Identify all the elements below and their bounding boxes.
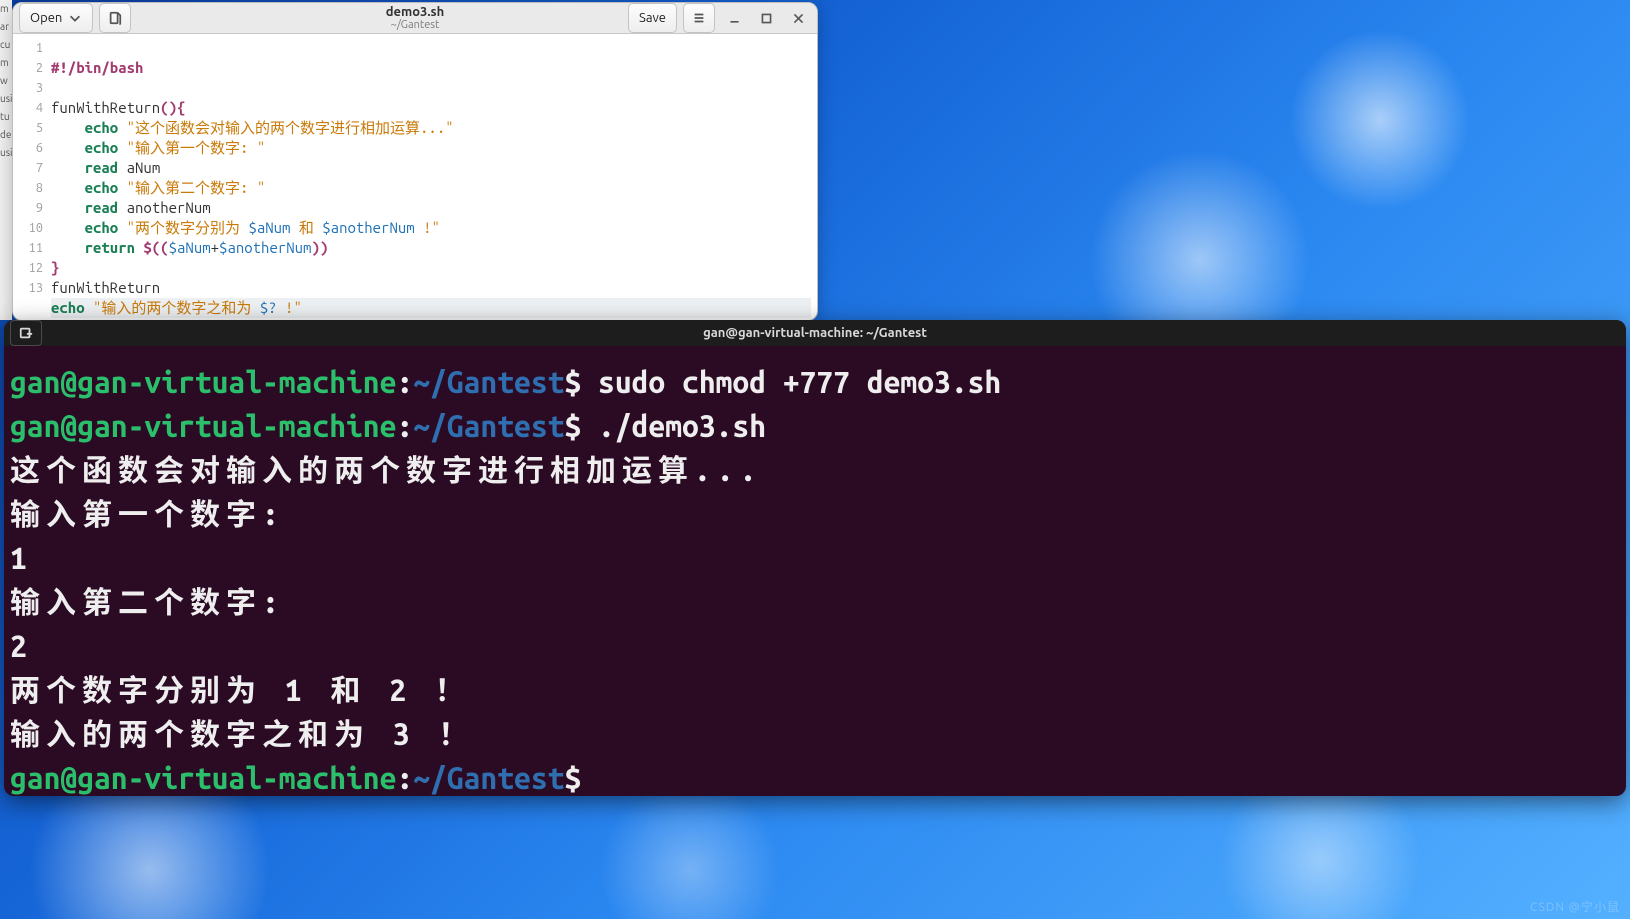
line-number: 8 <box>13 178 43 198</box>
new-document-icon <box>108 11 122 25</box>
code-shebang: #!/bin/bash <box>51 59 143 76</box>
open-button[interactable]: Open <box>19 3 93 33</box>
terminal-line: gan@gan-virtual-machine:~/Gantest$ ./dem… <box>10 404 1620 448</box>
terminal-new-tab-button[interactable] <box>10 320 42 346</box>
terminal-titlebar: gan@gan-virtual-machine: ~/Gantest <box>4 320 1626 346</box>
terminal-output: 两个数字分别为 1 和 2 ！ <box>10 668 1620 712</box>
line-number: 11 <box>13 238 43 258</box>
hamburger-icon <box>692 11 706 25</box>
gedit-source-view[interactable]: #!/bin/bash funWithReturn(){ echo "这个函数会… <box>49 34 817 321</box>
line-number: 4 <box>13 98 43 118</box>
maximize-icon <box>760 12 773 25</box>
line-number: 6 <box>13 138 43 158</box>
terminal-output: 这个函数会对输入的两个数字进行相加运算... <box>10 448 1620 492</box>
minimize-icon <box>728 12 741 25</box>
terminal-output: 输入的两个数字之和为 3 ！ <box>10 712 1620 756</box>
hamburger-menu-button[interactable] <box>683 3 715 33</box>
save-button-label: Save <box>639 11 666 25</box>
gedit-title-group: demo3.sh ~/Gantest <box>386 5 445 31</box>
terminal-output: 2 <box>10 624 1620 668</box>
gedit-document-title: demo3.sh <box>386 5 445 19</box>
line-number: 3 <box>13 78 43 98</box>
line-number: 7 <box>13 158 43 178</box>
new-tab-icon <box>19 326 33 340</box>
save-button[interactable]: Save <box>628 3 677 33</box>
line-number: 13 <box>13 278 43 298</box>
chevron-down-icon <box>68 11 82 25</box>
terminal-title: gan@gan-virtual-machine: ~/Gantest <box>703 326 927 340</box>
gedit-body: 1 2 3 4 5 6 7 8 9 10 11 12 13 #!/bin/bas… <box>13 34 817 321</box>
terminal-body[interactable]: gan@gan-virtual-machine:~/Gantest$ sudo … <box>4 346 1626 796</box>
gedit-window: Open demo3.sh ~/Gantest Save <box>12 2 818 321</box>
terminal-window: gan@gan-virtual-machine: ~/Gantest gan@g… <box>4 320 1626 796</box>
terminal-output: 输入第二个数字: <box>10 580 1620 624</box>
close-icon <box>792 12 805 25</box>
line-number: 10 <box>13 218 43 238</box>
window-minimize-button[interactable] <box>721 5 747 31</box>
open-button-label: Open <box>30 11 62 25</box>
window-maximize-button[interactable] <box>753 5 779 31</box>
terminal-command: ./demo3.sh <box>581 409 766 443</box>
line-number: 2 <box>13 58 43 78</box>
terminal-line: gan@gan-virtual-machine:~/Gantest$ sudo … <box>10 360 1620 404</box>
new-document-button[interactable] <box>99 3 131 33</box>
occluded-window-sliver: marcumwusitudeusi <box>0 0 12 320</box>
line-number: 1 <box>13 38 43 58</box>
terminal-command: sudo chmod +777 demo3.sh <box>581 365 1001 399</box>
line-number: 5 <box>13 118 43 138</box>
csdn-watermark: CSDN @宁小鼠 <box>1530 898 1620 915</box>
terminal-line: gan@gan-virtual-machine:~/Gantest$ <box>10 756 1620 796</box>
window-close-button[interactable] <box>785 5 811 31</box>
gedit-document-path: ~/Gantest <box>386 19 445 31</box>
terminal-output: 输入第一个数字: <box>10 492 1620 536</box>
line-number: 9 <box>13 198 43 218</box>
terminal-output: 1 <box>10 536 1620 580</box>
gedit-gutter: 1 2 3 4 5 6 7 8 9 10 11 12 13 <box>13 34 49 321</box>
line-number: 12 <box>13 258 43 278</box>
gedit-titlebar: Open demo3.sh ~/Gantest Save <box>13 3 817 34</box>
